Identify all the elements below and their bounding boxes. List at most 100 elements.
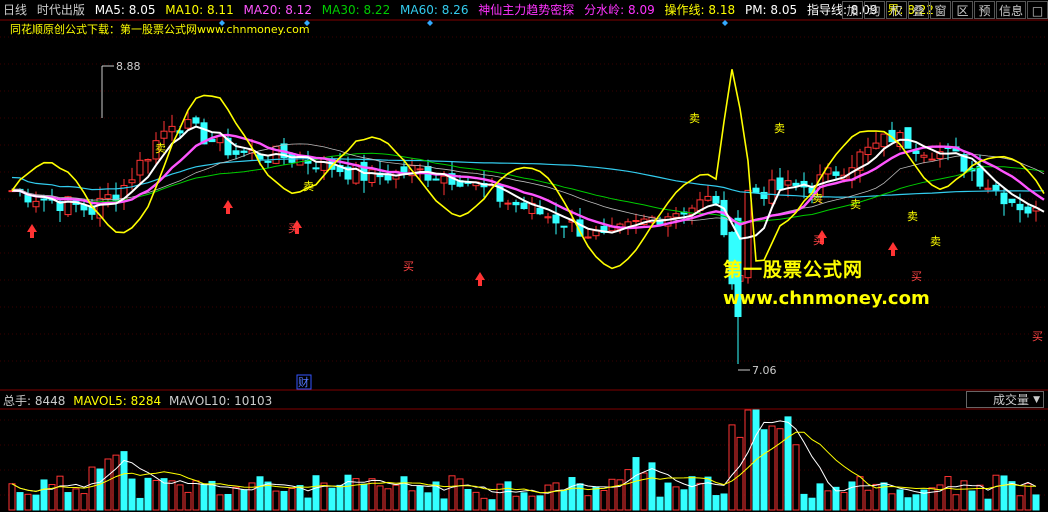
kline-chart[interactable]: 8.887.06财买买买买买卖卖卖卖卖 卖卖卖: [0, 0, 1048, 512]
event-diamond-icon: [722, 20, 728, 26]
volume-bar-up: [56, 475, 64, 511]
volume-bar-down: [40, 479, 48, 511]
volume-bar-up: [944, 476, 952, 511]
buy-signal: 买: [403, 260, 414, 273]
volume-bar-up: [72, 488, 80, 511]
event-diamond-icon: [304, 20, 310, 26]
volume-bar-up: [856, 476, 864, 511]
volume-bar-up: [672, 486, 680, 511]
high-price-label: 8.88: [116, 60, 141, 73]
candle-down: [1024, 206, 1032, 214]
candle-down: [992, 184, 1000, 192]
volume-bar-up: [104, 458, 112, 511]
volume-bar-up: [168, 480, 176, 511]
volume-bar-up: [376, 485, 384, 511]
ma20-gray-line: [11, 143, 1045, 224]
volume-bar-up: [728, 424, 736, 511]
candle-up: [144, 159, 152, 162]
volume-bar-down: [592, 486, 600, 511]
buy-signal: 买: [288, 222, 299, 235]
candle-down: [832, 171, 840, 176]
volume-bar-down: [32, 494, 40, 511]
volume-bar-down: [904, 497, 912, 511]
volume-bar-up: [392, 484, 400, 511]
candle-down: [520, 202, 528, 210]
candle-down: [192, 117, 200, 124]
candle-up: [136, 159, 144, 176]
volume-bar-up: [888, 493, 896, 511]
candle-down: [776, 177, 784, 191]
volume-bar-down: [360, 483, 368, 511]
candle-up: [920, 154, 928, 158]
volume-bar-up: [512, 495, 520, 511]
low-price-label: 7.06: [752, 364, 777, 377]
volume-bar-down: [896, 489, 904, 511]
volume-bar-up: [496, 483, 504, 511]
candle-up: [104, 194, 112, 199]
volume-bar-down: [816, 483, 824, 511]
volume-bar-down: [1032, 494, 1040, 511]
candle-down: [1016, 203, 1024, 211]
volume-bar-down: [312, 475, 320, 511]
volume-bar-up: [24, 493, 32, 511]
volume-bar-up: [1016, 495, 1024, 511]
volume-bar-up: [584, 495, 592, 511]
volume-bar-down: [1008, 481, 1016, 511]
candle-up: [872, 142, 880, 149]
volume-bar-down: [416, 485, 424, 511]
candle-up: [168, 125, 176, 133]
volume-bar-down: [984, 498, 992, 511]
event-diamond-icon: [219, 20, 225, 26]
candle-down: [1008, 198, 1016, 204]
candle-up: [864, 146, 872, 156]
volume-indicator-select[interactable]: 成交量 ▼: [966, 391, 1044, 408]
volume-bar-down: [16, 492, 24, 511]
volume-bar-down: [240, 489, 248, 511]
volume-bar-up: [928, 487, 936, 511]
volume-bar-down: [760, 429, 768, 511]
candle-up: [584, 236, 592, 239]
volume-bar-down: [144, 477, 152, 511]
volume-bar-down: [296, 485, 304, 511]
volume-bar-up: [1024, 483, 1032, 511]
buy-signal: 买: [911, 270, 922, 283]
candle-up: [128, 179, 136, 184]
volume-bar-up: [952, 494, 960, 511]
mavol5-value: MAVOL5: 8284: [73, 394, 162, 408]
volume-bar-up: [232, 486, 240, 511]
volume-bar-up: [480, 497, 488, 511]
volume-bar-down: [336, 484, 344, 511]
volume-bar-up: [544, 484, 552, 511]
candle-down: [976, 165, 984, 187]
candle-down: [240, 150, 248, 153]
volume-bar-down: [200, 483, 208, 511]
buy-arrow-icon: [223, 200, 233, 214]
volume-bar-down: [256, 476, 264, 511]
volume-bar-up: [792, 444, 800, 511]
sell-signal: 卖: [155, 142, 166, 155]
volume-bar-up: [408, 490, 416, 511]
volume-bar-down: [688, 476, 696, 511]
volume-bar-down: [440, 498, 448, 511]
buy-signal: 买: [1032, 330, 1043, 343]
candle-down: [232, 150, 240, 155]
watermark-url: www.chnmoney.com: [723, 288, 930, 309]
candle-down: [792, 182, 800, 186]
volume-bar-up: [8, 483, 16, 511]
candle-up: [544, 216, 552, 219]
candle-down: [904, 127, 912, 149]
candle-down: [752, 187, 760, 193]
candle-up: [632, 220, 640, 223]
volume-bar-down: [848, 481, 856, 511]
volume-bar-up: [192, 480, 200, 511]
volume-bar-down: [400, 476, 408, 511]
volume-bar-down: [520, 492, 528, 511]
candle-up: [160, 130, 168, 139]
volume-bar-up: [736, 436, 744, 511]
volume-bar-up: [776, 428, 784, 511]
volume-bar-down: [128, 478, 136, 511]
volume-bar-up: [528, 495, 536, 511]
volume-bar-up: [864, 489, 872, 511]
volume-bar-down: [264, 481, 272, 511]
indicator-line: [11, 69, 1045, 270]
